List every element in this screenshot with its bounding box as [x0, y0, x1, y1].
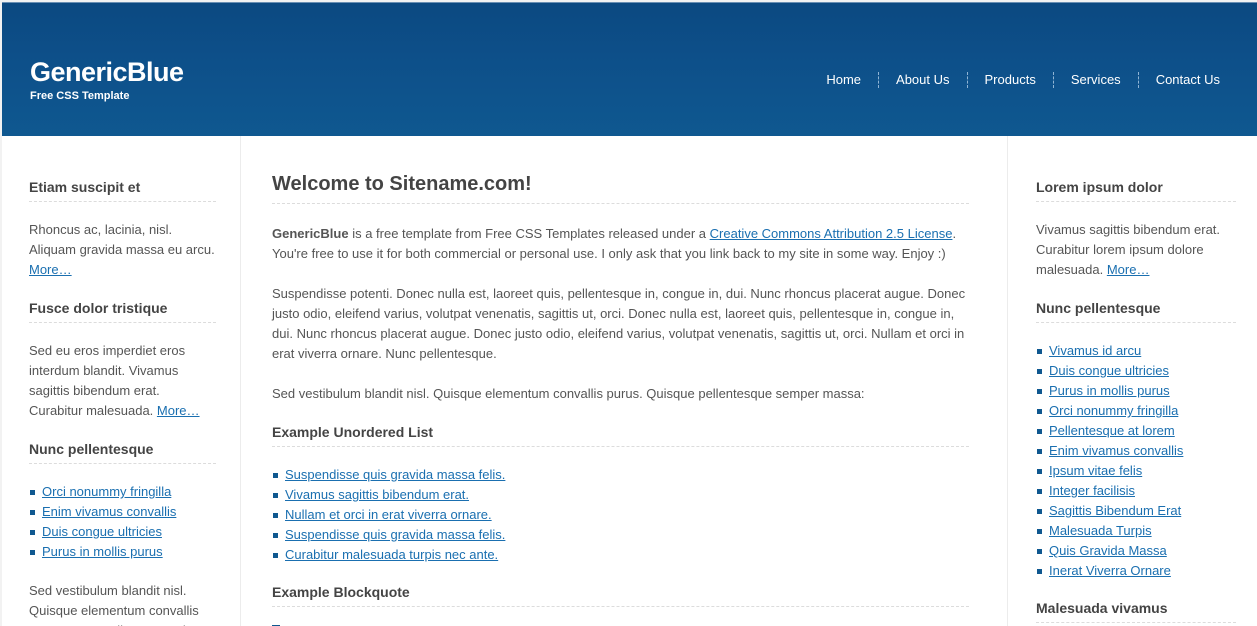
nav-services[interactable]: Services: [1052, 72, 1138, 88]
site-header: GenericBlue Free CSS Template Home About…: [2, 2, 1257, 136]
list-item: Vivamus sagittis bibendum erat.: [272, 485, 969, 505]
list-link[interactable]: Nullam et orci in erat viverra ornare.: [285, 507, 492, 522]
list-item: Malesuada Turpis: [1036, 521, 1236, 541]
body-paragraph: Sed vestibulum blandit nisl. Quisque ele…: [272, 386, 865, 401]
main-nav: Home About Us Products Services Contact …: [809, 72, 1237, 88]
right-section-title: Malesuada vivamus: [1036, 600, 1236, 623]
list-link[interactable]: Integer facilisis: [1049, 483, 1135, 498]
list-item: Enim vivamus convallis: [1036, 441, 1236, 461]
right-section-title: Nunc pellentesque: [1036, 300, 1236, 323]
list-item: Ipsum vitae felis: [1036, 461, 1236, 481]
list-link[interactable]: Curabitur malesuada turpis nec ante.: [285, 547, 498, 562]
list-link[interactable]: Orci nonummy fringilla: [42, 484, 171, 499]
logo[interactable]: GenericBlue Free CSS Template: [30, 57, 184, 102]
list-link[interactable]: Vivamus id arcu: [1049, 343, 1141, 358]
list-link[interactable]: Sagittis Bibendum Erat: [1049, 503, 1181, 518]
left-link-list: Orci nonummy fringilla Enim vivamus conv…: [29, 482, 216, 562]
list-item: Orci nonummy fringilla: [29, 482, 216, 502]
list-link[interactable]: Inerat Viverra Ornare: [1049, 563, 1171, 578]
more-link[interactable]: More…: [29, 262, 72, 277]
nav-home[interactable]: Home: [809, 72, 878, 88]
list-item: Sagittis Bibendum Erat: [1036, 501, 1236, 521]
list-item: Quis Gravida Massa: [1036, 541, 1236, 561]
list-item: Suspendisse quis gravida massa felis.: [272, 525, 969, 545]
list-item: Vivamus id arcu: [1036, 341, 1236, 361]
list-item: Duis congue ultricies: [1036, 361, 1236, 381]
list-link[interactable]: Quis Gravida Massa: [1049, 543, 1167, 558]
content-area: Etiam suscipit et Rhoncus ac, lacinia, n…: [2, 136, 1257, 626]
left-sidebar: Etiam suscipit et Rhoncus ac, lacinia, n…: [2, 136, 241, 626]
left-section-title: Nunc pellentesque: [29, 441, 216, 464]
list-item: Inerat Viverra Ornare: [1036, 561, 1236, 581]
list-link[interactable]: Duis congue ultricies: [42, 524, 162, 539]
left-section-title: Etiam suscipit et: [29, 179, 216, 202]
left-section-text: Sed vestibulum blandit nisl. Quisque ele…: [29, 583, 199, 626]
list-link[interactable]: Duis congue ultricies: [1049, 363, 1169, 378]
list-link[interactable]: Enim vivamus convallis: [42, 504, 176, 519]
license-link[interactable]: Creative Commons Attribution 2.5 License: [710, 226, 953, 241]
list-item: Integer facilisis: [1036, 481, 1236, 501]
nav-contact-us[interactable]: Contact Us: [1137, 72, 1237, 88]
list-link[interactable]: Suspendisse quis gravida massa felis.: [285, 467, 505, 482]
site-tagline: Free CSS Template: [30, 90, 130, 102]
list-link[interactable]: Purus in mollis purus: [1049, 383, 1170, 398]
list-item: Nullam et orci in erat viverra ornare.: [272, 505, 969, 525]
left-section-title: Fusce dolor tristique: [29, 300, 216, 323]
page-title: Welcome to Sitename.com!: [272, 173, 969, 204]
nav-about-us[interactable]: About Us: [878, 72, 966, 88]
right-section-title: Lorem ipsum dolor: [1036, 179, 1236, 202]
list-link[interactable]: Ipsum vitae felis: [1049, 463, 1142, 478]
more-link[interactable]: More…: [157, 403, 200, 418]
site-name[interactable]: GenericBlue: [30, 57, 184, 87]
main-content: Welcome to Sitename.com! GenericBlue is …: [244, 136, 1007, 626]
list-item: Purus in mollis purus: [29, 542, 216, 562]
left-section-text: Rhoncus ac, lacinia, nisl. Aliquam gravi…: [29, 220, 216, 280]
list-link[interactable]: Suspendisse quis gravida massa felis.: [285, 527, 505, 542]
more-link[interactable]: More…: [1107, 262, 1150, 277]
list-link[interactable]: Malesuada Turpis: [1049, 523, 1152, 538]
list-link[interactable]: Enim vivamus convallis: [1049, 443, 1183, 458]
list-item: Curabitur malesuada turpis nec ante.: [272, 545, 969, 565]
right-link-list: Vivamus id arcu Duis congue ultricies Pu…: [1036, 341, 1236, 581]
right-sidebar: Lorem ipsum dolor Vivamus sagittis biben…: [1007, 136, 1257, 626]
list-item: Purus in mollis purus: [1036, 381, 1236, 401]
list-link[interactable]: Orci nonummy fringilla: [1049, 403, 1178, 418]
left-section-body: Rhoncus ac, lacinia, nisl. Aliquam gravi…: [29, 222, 215, 257]
list-link[interactable]: Vivamus sagittis bibendum erat.: [285, 487, 469, 502]
example-unordered-list: Suspendisse quis gravida massa felis. Vi…: [272, 465, 969, 565]
left-section-text: Sed eu eros imperdiet eros interdum blan…: [29, 341, 216, 421]
body-paragraph: Suspendisse potenti. Donec nulla est, la…: [272, 286, 966, 361]
section-heading: Example Unordered List: [272, 424, 969, 447]
list-item: Suspendisse quis gravida massa felis.: [272, 465, 969, 485]
list-item: Pellentesque at lorem: [1036, 421, 1236, 441]
intro-strong: GenericBlue: [272, 226, 349, 241]
right-section-text: Vivamus sagittis bibendum erat. Curabitu…: [1036, 220, 1236, 280]
list-link[interactable]: Pellentesque at lorem: [1049, 423, 1175, 438]
nav-products[interactable]: Products: [966, 72, 1053, 88]
list-item: Enim vivamus convallis: [29, 502, 216, 522]
list-link[interactable]: Purus in mollis purus: [42, 544, 163, 559]
section-heading: Example Blockquote: [272, 584, 969, 607]
intro-paragraph: GenericBlue is a free template from Free…: [272, 224, 969, 264]
list-item: Orci nonummy fringilla: [1036, 401, 1236, 421]
intro-text: is a free template from Free CSS Templat…: [348, 226, 710, 241]
list-item: Duis congue ultricies: [29, 522, 216, 542]
